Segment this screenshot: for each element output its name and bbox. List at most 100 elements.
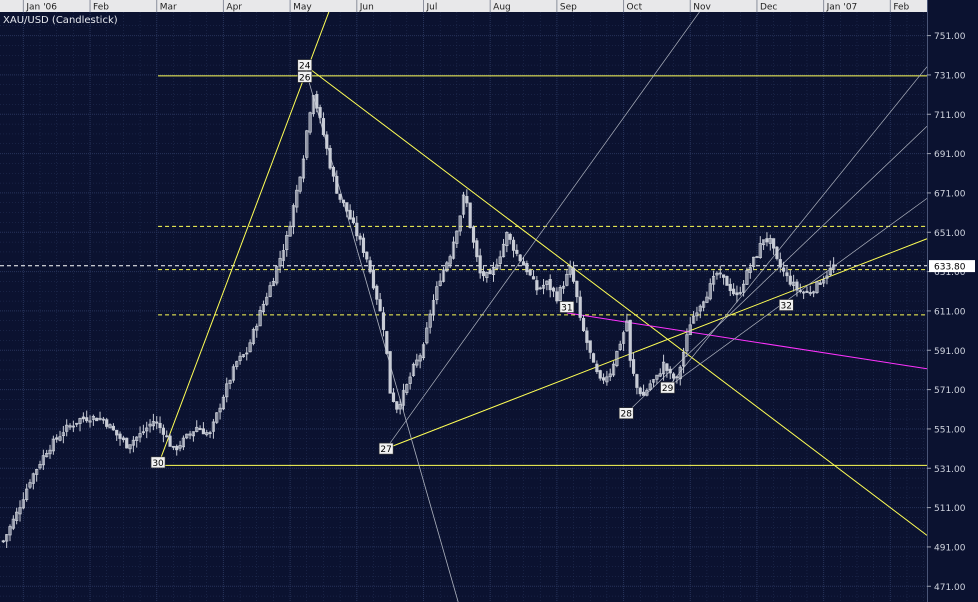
candle-body [571, 267, 576, 282]
candle-body [595, 363, 599, 372]
candle-body [531, 276, 536, 280]
y-tick-label: 611.00 [934, 307, 966, 317]
candle-body [125, 437, 129, 449]
candle-body [555, 291, 559, 302]
candle-body [165, 435, 169, 438]
wave-marker-label: 26 [299, 73, 311, 83]
x-tick-label: Jan '06 [25, 3, 57, 13]
candle-body [361, 237, 366, 253]
candle-body [1, 540, 5, 543]
x-tick-label: May [293, 3, 312, 13]
candle-body [805, 290, 809, 293]
candle-body [728, 283, 732, 291]
candle-body [581, 317, 586, 332]
candle-body [55, 437, 59, 440]
candle-body [575, 280, 579, 298]
candle-body [475, 240, 479, 258]
x-tick-label: Feb [93, 3, 109, 13]
candle-body [315, 94, 319, 109]
y-tick-label: 471.00 [934, 583, 966, 593]
candle-body [328, 147, 332, 169]
candle-body [641, 391, 646, 396]
candle-body [525, 263, 529, 273]
candle-body [338, 193, 342, 200]
candle-body [465, 196, 469, 204]
candle-body [635, 374, 639, 388]
candle-body [578, 296, 582, 318]
wave-marker-label: 24 [299, 62, 311, 72]
y-tick-label: 511.00 [934, 504, 966, 514]
x-tick-label: Aug [493, 3, 511, 13]
y-tick-label: 591.00 [934, 347, 966, 357]
candle-body [481, 271, 486, 277]
candle-body [351, 217, 356, 224]
wave-marker-label: 27 [380, 445, 391, 455]
candle-body [381, 312, 386, 330]
candle-body [511, 239, 516, 251]
candle-body [365, 251, 369, 260]
candle-body [725, 275, 729, 286]
y-tick-label: 571.00 [934, 386, 966, 396]
wave-marker-label: 31 [561, 304, 572, 314]
candle-body [318, 107, 322, 118]
candle-body [785, 272, 789, 277]
candle-body [478, 255, 482, 274]
x-tick-label: Oct [627, 3, 643, 13]
candle-body [515, 249, 519, 254]
candle-body [488, 270, 492, 275]
candle-body [331, 166, 336, 177]
candle-body [668, 368, 672, 374]
candle-body [731, 288, 736, 295]
y-tick-label: 551.00 [934, 425, 966, 435]
candle-body [341, 199, 346, 204]
candle-body [105, 419, 109, 427]
candle-body [115, 429, 119, 436]
chart-title: XAU/USD (Candlestick) [3, 15, 118, 26]
candle-body [85, 417, 89, 422]
x-tick-label: Sep [560, 3, 577, 13]
candle-body [111, 425, 115, 431]
x-axis-bar [0, 0, 927, 12]
candle-body [118, 433, 122, 439]
x-tick-label: Mar [160, 3, 177, 13]
y-tick-label: 671.00 [934, 189, 966, 199]
y-tick-label: 711.00 [934, 111, 966, 121]
x-tick-label: Jul [425, 3, 437, 13]
wave-marker-label: 30 [152, 459, 164, 469]
candle-body [735, 292, 739, 296]
y-tick-label: 651.00 [934, 229, 966, 239]
y-tick-label: 751.00 [934, 32, 966, 42]
candle-body [638, 387, 642, 395]
candle-body [208, 432, 212, 435]
candle-body [335, 175, 339, 194]
candle-body [585, 330, 589, 343]
candle-body [778, 259, 782, 268]
candle-body [535, 280, 539, 291]
candle-body [775, 246, 779, 259]
candle-body [325, 134, 329, 149]
candle-body [521, 261, 526, 266]
candle-body [201, 428, 206, 435]
candle-body [518, 254, 522, 262]
candle-body [198, 427, 202, 431]
candle-body [665, 363, 669, 371]
last-price-tag: 633.80 [929, 260, 975, 273]
y-tick-label: 691.00 [934, 150, 966, 160]
candle-body [671, 373, 676, 379]
x-tick-label: Nov [693, 3, 711, 13]
candle-body [628, 319, 632, 361]
candle-body [175, 445, 179, 451]
candle-body [81, 416, 85, 420]
wave-marker-label: 29 [662, 384, 674, 394]
candle-body [95, 417, 99, 422]
x-tick-label: Dec [760, 3, 777, 13]
candle-body [368, 260, 372, 273]
candle-body [528, 269, 532, 276]
candle-body [171, 445, 175, 448]
candle-body [598, 370, 602, 379]
candle-body [345, 202, 349, 212]
candle-body [121, 437, 125, 441]
candle-body [161, 427, 165, 435]
x-tick-label: Apr [226, 3, 242, 13]
candle-body [588, 340, 592, 353]
